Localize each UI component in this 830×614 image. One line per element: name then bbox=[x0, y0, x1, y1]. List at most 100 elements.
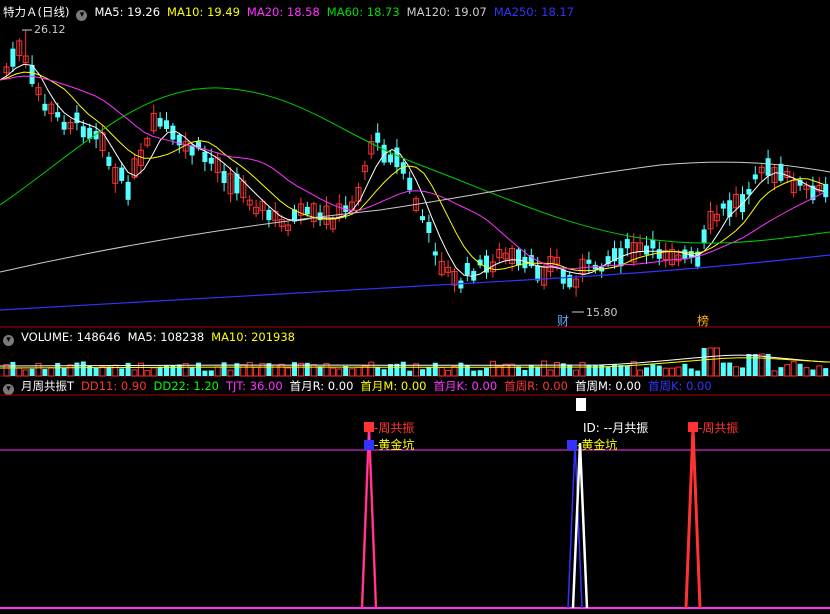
volume-bar bbox=[605, 366, 611, 376]
volume-bar bbox=[182, 363, 189, 377]
candle-body bbox=[10, 48, 16, 67]
volume-bar bbox=[740, 367, 745, 376]
signal-label: -黄金坑 bbox=[374, 437, 414, 452]
volume-ma10-line bbox=[0, 357, 830, 369]
candle-body bbox=[106, 156, 112, 166]
candle-body bbox=[227, 173, 234, 195]
volume-legend-item-2: MA10: 201938 bbox=[211, 330, 295, 344]
volume-bar bbox=[74, 362, 80, 376]
candle-body bbox=[189, 145, 195, 156]
ma250-line bbox=[0, 254, 830, 311]
volume-bar bbox=[445, 369, 452, 377]
candle-body bbox=[618, 248, 624, 267]
volume-bar bbox=[368, 361, 375, 377]
volume-bar bbox=[637, 369, 644, 377]
candle-body bbox=[644, 245, 649, 255]
candle-body bbox=[272, 210, 279, 221]
volume-bar bbox=[471, 370, 477, 376]
candle-body bbox=[522, 256, 528, 269]
volume-bar bbox=[509, 363, 516, 377]
candle-body bbox=[752, 174, 758, 180]
candle-body bbox=[221, 171, 227, 183]
indicator-settings-icon[interactable]: ▾ bbox=[3, 384, 14, 395]
candle-body bbox=[381, 144, 387, 163]
candle-body bbox=[656, 249, 662, 259]
candle-body bbox=[266, 209, 272, 221]
volume-bar bbox=[758, 353, 765, 377]
volume-bar bbox=[61, 367, 67, 376]
candle-body bbox=[80, 126, 86, 138]
candle-body bbox=[304, 206, 310, 215]
candle-body bbox=[157, 118, 163, 127]
candle-body bbox=[599, 267, 605, 272]
candle-body bbox=[592, 264, 598, 270]
candle-body bbox=[125, 181, 131, 200]
indicator-legend-item-4: 首月M: 0.00 bbox=[360, 379, 427, 393]
volume-bar bbox=[381, 369, 387, 376]
ma5-line bbox=[0, 63, 825, 277]
volume-settings-icon[interactable]: ▾ bbox=[3, 335, 14, 346]
candle-body bbox=[426, 222, 432, 233]
candle-body bbox=[112, 166, 119, 184]
volume-bar bbox=[432, 362, 438, 376]
volume-bar bbox=[464, 365, 470, 376]
ma-legend-item-3: MA60: 18.73 bbox=[326, 5, 400, 19]
candle-body bbox=[496, 249, 503, 259]
volume-bar bbox=[650, 364, 656, 376]
volume-bar bbox=[323, 363, 330, 377]
volume-bar bbox=[489, 360, 496, 377]
candle-body bbox=[87, 127, 93, 139]
candle-body bbox=[144, 137, 151, 146]
candle-body bbox=[355, 186, 362, 202]
candle-body bbox=[407, 177, 413, 191]
candle-body bbox=[349, 201, 356, 211]
candle-body bbox=[612, 248, 617, 262]
candle-body bbox=[55, 112, 61, 118]
volume-bar bbox=[137, 362, 144, 377]
volume-bar bbox=[394, 363, 400, 376]
signal-label: -周共振 bbox=[374, 421, 414, 435]
volume-bar bbox=[541, 360, 548, 377]
candle-body bbox=[816, 185, 823, 192]
candle-body bbox=[464, 263, 470, 275]
settings-dropdown-icon[interactable]: ▾ bbox=[76, 10, 88, 21]
candle-body bbox=[196, 141, 201, 149]
signal-marker bbox=[364, 422, 374, 432]
volume-bar bbox=[567, 364, 573, 376]
volume-bar bbox=[496, 365, 503, 377]
high-price-label: 26.12 bbox=[34, 23, 66, 36]
ma-legend-item-4: MA120: 19.07 bbox=[406, 5, 487, 19]
indicator-legend-item-7: 首周M: 0.00 bbox=[574, 379, 642, 393]
candle-body bbox=[432, 251, 438, 256]
candle-body bbox=[502, 252, 509, 260]
volume-bar bbox=[695, 370, 701, 376]
candle-body bbox=[451, 270, 458, 286]
volume-bar bbox=[727, 362, 733, 376]
candle-body bbox=[630, 242, 637, 263]
candle-body bbox=[297, 203, 304, 216]
volume-bar bbox=[599, 364, 605, 376]
volume-bar bbox=[790, 361, 797, 377]
volume-bar bbox=[662, 367, 669, 377]
signal-label: -黄金坑 bbox=[577, 437, 617, 452]
volume-bar bbox=[106, 366, 112, 376]
volume-bar bbox=[29, 368, 35, 376]
candle-body bbox=[285, 224, 292, 231]
volume-bar bbox=[3, 364, 10, 377]
candle-body bbox=[727, 200, 733, 217]
volume-bar bbox=[55, 362, 61, 376]
ma20-line bbox=[0, 75, 825, 270]
candle-body bbox=[720, 203, 726, 209]
volume-bar bbox=[304, 362, 310, 376]
candle-body bbox=[99, 132, 106, 151]
candle-body bbox=[292, 209, 297, 222]
candle-body bbox=[733, 194, 740, 209]
candle-body bbox=[93, 131, 99, 140]
candle-body bbox=[48, 103, 55, 114]
month-resonance-block bbox=[576, 398, 586, 411]
candle-body bbox=[29, 64, 35, 84]
candle-body bbox=[16, 40, 23, 56]
volume-bar bbox=[733, 366, 740, 377]
candle-body bbox=[336, 203, 343, 218]
candle-body bbox=[343, 205, 349, 212]
